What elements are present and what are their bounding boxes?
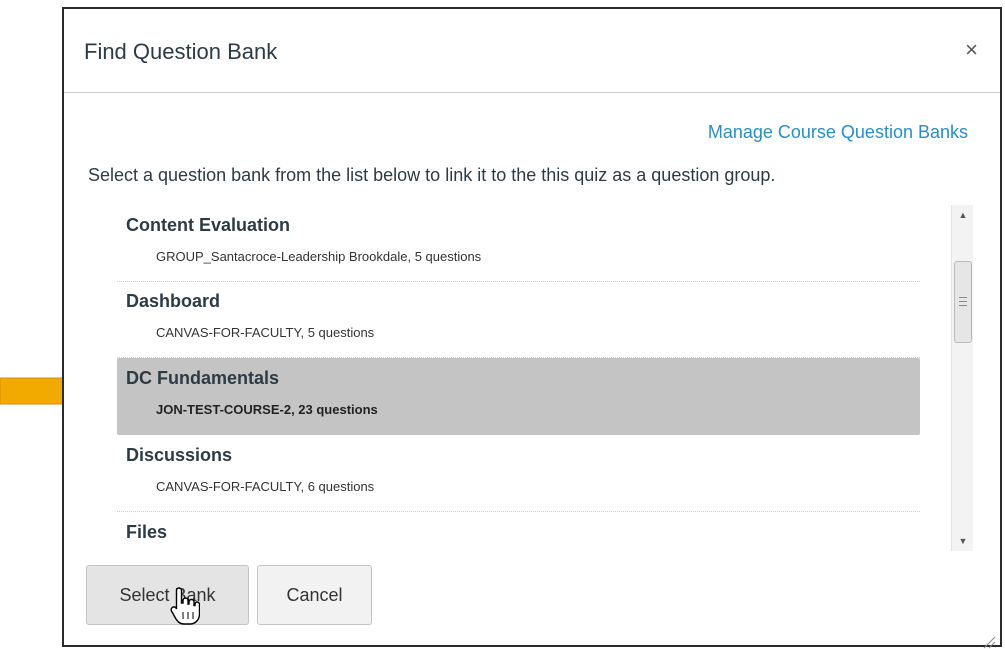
bank-item-dashboard[interactable]: Dashboard CANVAS-FOR-FACULTY, 5 question…: [117, 281, 920, 358]
bank-item-content-evaluation[interactable]: Content Evaluation GROUP_Santacroce-Lead…: [117, 205, 920, 282]
bank-meta: CANVAS-FOR-FACULTY, 5 questions: [156, 325, 375, 340]
instructions-text: Select a question bank from the list bel…: [88, 165, 776, 185]
scroll-up-icon[interactable]: ▲: [952, 205, 974, 225]
scroll-thumb[interactable]: [954, 261, 972, 343]
hand-pointer-icon: [170, 587, 200, 625]
bank-name: Dashboard: [126, 291, 221, 311]
bank-item-dc-fundamentals[interactable]: DC Fundamentals JON-TEST-COURSE-2, 23 qu…: [117, 358, 920, 435]
dialog-title: Find Question Bank: [84, 39, 278, 64]
bank-name: Files: [126, 522, 168, 542]
bank-name: Discussions: [126, 445, 233, 465]
question-bank-list[interactable]: Content Evaluation GROUP_Santacroce-Lead…: [117, 205, 922, 551]
bank-list-scrollbar[interactable]: ▲ ▼: [951, 205, 973, 551]
bank-meta: JON-TEST-COURSE-2, 23 questions: [156, 402, 378, 417]
dialog-header: Find Question Bank ×: [64, 9, 1000, 93]
bank-meta: CANVAS-FOR-FACULTY, 6 questions: [156, 479, 375, 494]
bank-meta: GROUP_Santacroce-Leadership Brookdale, 5…: [156, 249, 482, 264]
scroll-down-icon[interactable]: ▼: [952, 531, 974, 551]
bank-item-discussions[interactable]: Discussions CANVAS-FOR-FACULTY, 6 questi…: [117, 435, 920, 512]
cancel-button[interactable]: Cancel: [257, 565, 372, 625]
manage-course-question-banks-link[interactable]: Manage Course Question Banks: [708, 122, 968, 143]
select-bank-button[interactable]: Select Bank: [86, 565, 249, 625]
resize-grip-icon[interactable]: [982, 635, 996, 649]
bank-item-files[interactable]: Files: [117, 512, 920, 551]
find-question-bank-dialog: Find Question Bank × Manage Course Quest…: [62, 7, 1002, 649]
close-icon[interactable]: ×: [965, 39, 978, 61]
grip-icon: [959, 297, 967, 306]
bank-name: Content Evaluation: [126, 215, 291, 235]
bank-name: DC Fundamentals: [126, 368, 280, 388]
